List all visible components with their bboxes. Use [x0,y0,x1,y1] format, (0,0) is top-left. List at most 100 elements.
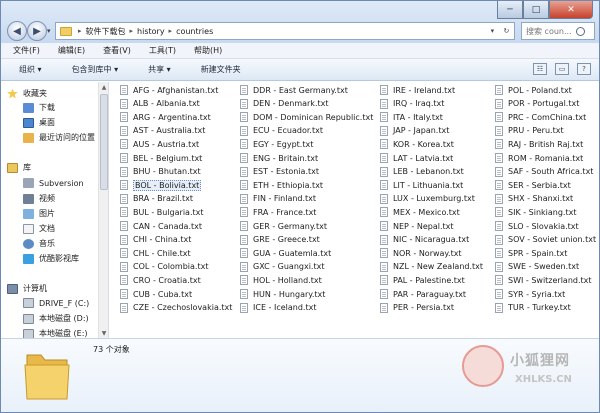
breadcrumb-chevron-icon[interactable]: ▸ [169,27,173,35]
file-item[interactable]: PRC - ComChina.txt [495,111,586,123]
file-item[interactable]: SLO - Slovakia.txt [495,220,579,232]
sidebar-item-videos[interactable]: 视频 [23,193,55,204]
recent-pages-chevron-icon[interactable]: ▾ [47,27,51,35]
file-item[interactable]: IRQ - Iraq.txt [380,98,444,110]
file-item[interactable]: EST - Estonia.txt [240,166,319,178]
file-item[interactable]: PRU - Peru.txt [495,125,564,137]
file-item[interactable]: PAR - Paraguay.txt [380,288,466,300]
sidebar-item-desktop[interactable]: 桌面 [23,117,55,128]
menu-help[interactable]: 帮助(H) [182,45,228,56]
file-item[interactable]: NEP - Nepal.txt [380,220,454,232]
menu-file[interactable]: 文件(F) [1,45,46,56]
file-item[interactable]: ALB - Albania.txt [120,98,200,110]
file-item[interactable]: CHI - China.txt [120,234,191,246]
address-bar[interactable]: ▸ 软件下载包 ▸ history ▸ countries ▾ ↻ [55,22,515,40]
file-item[interactable]: IRE - Ireland.txt [380,84,455,96]
file-item[interactable]: SWE - Sweden.txt [495,261,579,273]
file-item[interactable]: LIT - Lithuania.txt [380,179,463,191]
file-item[interactable]: RAJ - British Raj.txt [495,138,583,150]
maximize-button[interactable]: □ [523,1,549,19]
sidebar-item-libraries[interactable]: 库 [7,162,31,173]
close-button[interactable]: ✕ [549,1,593,19]
refresh-icon[interactable]: ↻ [503,27,509,35]
file-item[interactable]: AST - Australia.txt [120,125,205,137]
file-item[interactable]: GER - Germany.txt [240,220,327,232]
file-item[interactable]: HUN - Hungary.txt [240,288,325,300]
file-item[interactable]: SYR - Syria.txt [495,288,565,300]
file-item[interactable]: COL - Colombia.txt [120,261,208,273]
sidebar-scrollbar[interactable]: ▲ ▼ [98,82,108,338]
sidebar-item-documents[interactable]: 文档 [23,223,55,234]
file-item[interactable]: SIK - Sinkiang.txt [495,206,576,218]
file-item[interactable]: AUS - Austria.txt [120,138,199,150]
file-item[interactable]: HOL - Holland.txt [240,274,322,286]
file-item[interactable]: TUR - Turkey.txt [495,302,571,314]
file-item[interactable]: ETH - Ethiopia.txt [240,179,323,191]
file-item[interactable]: POR - Portugal.txt [495,98,579,110]
scrollbar-thumb[interactable] [100,94,108,190]
file-item[interactable]: PER - Persia.txt [380,302,454,314]
file-item[interactable]: ENG - Britain.txt [240,152,318,164]
sidebar-item-recent[interactable]: 最近访问的位置 [23,132,95,143]
file-item[interactable]: DOM - Dominican Republic.txt [240,111,373,123]
include-in-library-button[interactable]: 包含到库中 ▾ [54,64,131,75]
menu-edit[interactable]: 编辑(E) [46,45,91,56]
file-item[interactable]: DDR - East Germany.txt [240,84,348,96]
file-item[interactable]: DEN - Denmark.txt [240,98,329,110]
file-item[interactable]: FRA - France.txt [240,206,316,218]
new-folder-button[interactable]: 新建文件夹 [183,64,253,75]
file-item[interactable]: SAF - South Africa.txt [495,166,593,178]
search-input[interactable] [526,26,574,36]
file-item[interactable]: MEX - Mexico.txt [380,206,460,218]
file-item[interactable]: EGY - Egypt.txt [240,138,313,150]
file-item[interactable]: NIC - Nicaragua.txt [380,234,469,246]
view-options-icon[interactable]: ☷ [533,63,547,75]
file-item[interactable]: FIN - Finland.txt [240,193,316,205]
menu-tools[interactable]: 工具(T) [137,45,182,56]
file-item[interactable]: ROM - Romania.txt [495,152,583,164]
sidebar-item-local-d[interactable]: 本地磁盘 (D:) [23,313,89,324]
file-item[interactable]: ECU - Ecuador.txt [240,125,323,137]
file-item[interactable]: CHL - Chile.txt [120,247,191,259]
breadcrumb-item[interactable]: history [137,27,165,36]
sidebar-item-youku[interactable]: 优酷影视库 [23,253,79,264]
sidebar-item-favorites[interactable]: 收藏夹 [7,88,47,99]
share-button[interactable]: 共享 ▾ [130,64,183,75]
help-icon[interactable]: ? [577,63,591,75]
file-item[interactable]: ITA - Italy.txt [380,111,443,123]
organize-button[interactable]: 组织 ▾ [1,64,54,75]
file-item[interactable]: ARG - Argentina.txt [120,111,211,123]
file-item[interactable]: CZE - Czechoslovakia.txt [120,302,232,314]
scroll-down-icon[interactable]: ▼ [99,328,109,338]
file-item[interactable]: BOL - Bolivia.txt [120,179,202,191]
sidebar-item-music[interactable]: 音乐 [23,238,55,249]
file-item[interactable]: BUL - Bulgaria.txt [120,206,204,218]
preview-pane-icon[interactable]: ▭ [555,63,569,75]
file-item[interactable]: GUA - Guatemla.txt [240,247,331,259]
file-item[interactable]: SOV - Soviet union.txt [495,234,596,246]
file-item[interactable]: GRE - Greece.txt [240,234,320,246]
sidebar-item-drive-f[interactable]: DRIVE_F (C:) [23,298,89,308]
file-item[interactable]: ICE - Iceland.txt [240,302,316,314]
file-item[interactable]: PAL - Palestine.txt [380,274,465,286]
scroll-up-icon[interactable]: ▲ [99,82,109,92]
search-box[interactable] [521,22,595,40]
menu-view[interactable]: 查看(V) [91,45,137,56]
forward-arrow-icon[interactable]: ▶ [27,21,47,41]
file-item[interactable]: AFG - Afghanistan.txt [120,84,218,96]
file-item[interactable]: LAT - Latvia.txt [380,152,453,164]
file-item[interactable]: NOR - Norway.txt [380,247,462,259]
breadcrumb-item[interactable]: 软件下载包 [86,26,126,37]
file-item[interactable]: LEB - Lebanon.txt [380,166,464,178]
file-item[interactable]: SER - Serbia.txt [495,179,571,191]
breadcrumb-chevron-icon[interactable]: ▸ [78,27,82,35]
file-item[interactable]: SHX - Shanxi.txt [495,193,573,205]
file-item[interactable]: LUX - Luxemburg.txt [380,193,475,205]
breadcrumb-item[interactable]: countries [176,27,213,36]
file-item[interactable]: KOR - Korea.txt [380,138,454,150]
search-icon[interactable] [576,26,585,36]
sidebar-item-pictures[interactable]: 图片 [23,208,55,219]
file-item[interactable]: SWI - Switzerland.txt [495,274,592,286]
file-item[interactable]: BRA - Brazil.txt [120,193,193,205]
sidebar-item-computer[interactable]: 计算机 [7,283,47,294]
